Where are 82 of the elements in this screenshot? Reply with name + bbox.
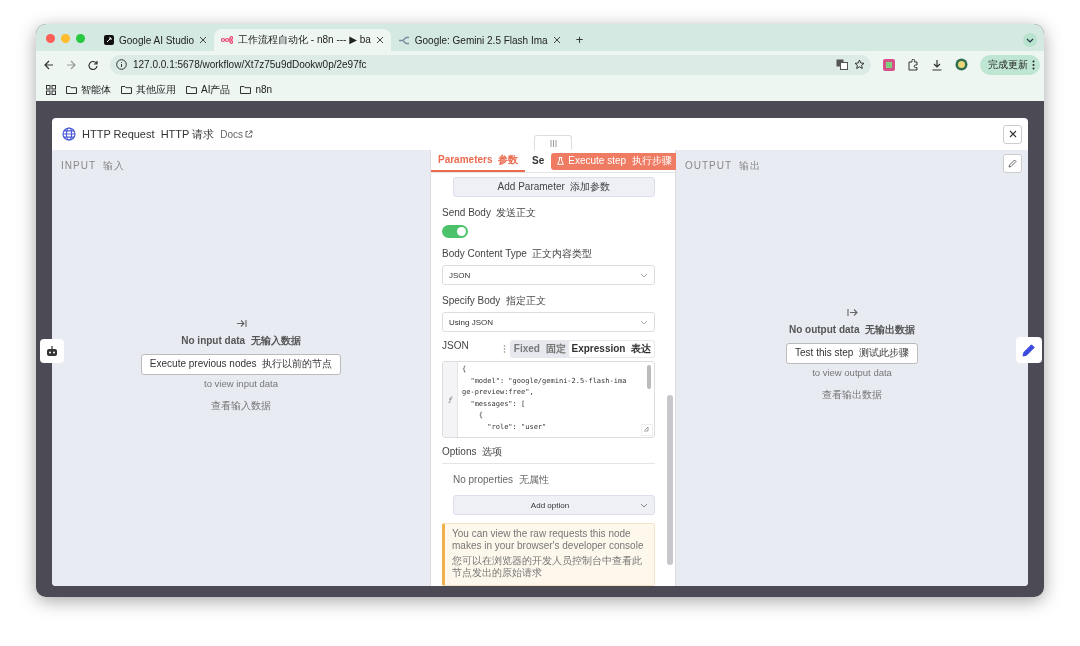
extension-icon[interactable] — [883, 58, 895, 71]
edit-button[interactable] — [1016, 337, 1042, 363]
robot-icon — [46, 345, 58, 357]
folder-icon — [186, 85, 197, 94]
address-bar[interactable]: 127.0.0.1:5678/workflow/Xt7z75u9dDookw0p/2e97fc — [110, 54, 871, 75]
star-icon[interactable] — [854, 59, 865, 70]
notice-text: 您可以在浏览器的开发人员控制台中查看此节点发出的原始请求 — [452, 555, 643, 579]
puzzle-icon[interactable] — [907, 58, 919, 71]
globe-icon — [62, 127, 76, 141]
app-icon — [104, 35, 114, 45]
empty-state-title: No input data 无输入数据 — [181, 333, 301, 348]
field-label: Specify Body 指定正文 — [442, 294, 546, 308]
close-icon[interactable] — [375, 36, 384, 44]
info-icon — [116, 59, 127, 70]
field-label: Body Content Type 正文内容类型 — [442, 247, 593, 261]
empty-state-title: No output data 无输出数据 — [788, 322, 916, 337]
pencil-icon — [1022, 343, 1036, 357]
browser-tab[interactable]: Google: Gemini 2.5 Flash Ima — [390, 29, 568, 51]
close-icon — [1008, 130, 1017, 138]
section-heading: Options 选项 — [442, 445, 655, 464]
mode-toggle[interactable]: Fixed 固定 — [510, 341, 569, 357]
chevron-down-icon — [640, 272, 648, 278]
arrows-icon — [397, 35, 410, 45]
panel-tab[interactable]: Se — [525, 150, 552, 172]
download-icon[interactable] — [931, 58, 943, 71]
update-button[interactable]: 完成更新 — [980, 54, 1040, 75]
dropdown-field[interactable]: Using JSON — [442, 312, 655, 332]
grip-icon — [549, 139, 557, 147]
close-icon[interactable] — [199, 36, 208, 44]
resize-icon[interactable] — [642, 425, 650, 433]
bookmark-folder[interactable]: 智能体 — [66, 82, 111, 97]
apps-grid-icon[interactable] — [46, 84, 56, 95]
back-icon[interactable] — [44, 59, 54, 70]
bookmark-folder[interactable]: n8n — [240, 84, 273, 95]
browser-tab[interactable]: Google AI Studio — [97, 29, 215, 51]
field-label: JSON — [442, 340, 469, 351]
chevron-down-icon — [640, 319, 648, 325]
dropdown-field[interactable]: JSON — [442, 265, 655, 285]
browser-tab[interactable]: 工作流程自动化 - n8n --- ▶ ba — [214, 29, 391, 51]
forward-icon[interactable] — [66, 59, 76, 70]
panel-heading: INPUT 输入 — [60, 159, 126, 173]
hint-text: to view input data — [204, 377, 278, 389]
arrow-to-line-icon — [235, 318, 247, 328]
action-button[interactable]: Test this step 测试此步骤 — [786, 342, 918, 364]
reload-icon[interactable] — [88, 59, 98, 70]
external-link-icon — [245, 130, 254, 138]
add-parameter-button[interactable]: Add Parameter 添加参数 — [453, 177, 655, 197]
scrollbar — [647, 365, 651, 389]
add-option-dropdown[interactable]: Add option — [453, 495, 655, 515]
field-label: Send Body 发送正文 — [442, 206, 537, 220]
arrow-to-line-icon — [846, 307, 858, 317]
docs-link[interactable]: Docs — [220, 128, 254, 140]
bookmark-folder[interactable]: AI产品 — [186, 82, 231, 97]
function-icon — [446, 396, 454, 403]
assistant-button[interactable] — [40, 339, 64, 363]
close-button[interactable] — [1003, 124, 1022, 144]
flask-icon — [557, 157, 565, 165]
more-icon — [1032, 59, 1035, 70]
folder-icon — [66, 85, 77, 94]
tab-search-button[interactable] — [1023, 33, 1037, 47]
notice-text: You can view the raw requests this node makes in your browser's developer console — [452, 528, 645, 552]
mode-toggle[interactable]: Expression 表达 — [568, 341, 654, 357]
nodes-icon — [221, 36, 234, 44]
chevron-down-icon — [640, 502, 648, 508]
folder-icon — [121, 85, 132, 94]
pencil-icon — [1008, 159, 1017, 168]
action-button[interactable]: Execute previous nodes 执行以前的节点 — [140, 353, 342, 375]
toggle-switch[interactable] — [442, 225, 468, 238]
chevron-down-icon — [1026, 37, 1034, 43]
hint-text: 查看输出数据 — [822, 387, 882, 402]
profile-icon[interactable] — [955, 58, 968, 71]
hint-text: 查看输入数据 — [211, 398, 271, 413]
panel-heading: OUTPUT 输出 — [684, 159, 762, 173]
dialog-title: HTTP Request HTTP 请求 — [82, 126, 215, 142]
hint-text: to view output data — [812, 366, 892, 378]
empty-text: No properties 无属性 — [453, 473, 550, 487]
folder-icon — [240, 85, 252, 94]
new-tab-button[interactable]: + — [575, 32, 584, 47]
translate-icon[interactable] — [836, 59, 848, 70]
drag-handle[interactable] — [534, 135, 572, 150]
bookmark-folder[interactable]: 其他应用 — [121, 82, 176, 97]
close-icon[interactable] — [552, 36, 561, 44]
